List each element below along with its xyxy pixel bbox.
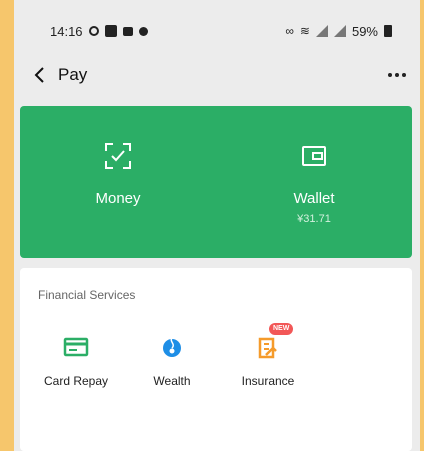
- signal-icon-2: [333, 25, 346, 37]
- wealth-label: Wealth: [153, 374, 191, 388]
- wallet-icon: [302, 146, 326, 166]
- back-icon[interactable]: [28, 64, 50, 86]
- wallet-balance: ¥31.71: [297, 213, 331, 225]
- header: Pay: [14, 58, 420, 92]
- status-right: ∞ ≋ 59%: [285, 24, 392, 39]
- wealth-button[interactable]: Wealth: [122, 330, 222, 388]
- insurance-label: Insurance: [241, 374, 295, 388]
- services-title: Financial Services: [38, 288, 136, 302]
- battery-icon: [384, 25, 392, 37]
- wifi-icon: ≋: [299, 24, 310, 38]
- status-dot-icon: [138, 26, 148, 36]
- card-repay-label: Card Repay: [43, 374, 109, 388]
- battery-percent: 59%: [351, 23, 378, 39]
- wallet-button[interactable]: Wallet ¥31.71: [216, 106, 412, 258]
- insurance-icon: NEW: [251, 323, 294, 364]
- card-icon: [59, 330, 93, 364]
- app-notification-icon: [104, 25, 117, 37]
- status-time: 14:16: [50, 23, 83, 39]
- pay-card: Money Wallet ¥31.71: [20, 106, 412, 258]
- status-bar: 14:16 ∞ ≋ 59%: [14, 0, 420, 62]
- page-title: Pay: [58, 65, 88, 84]
- more-options-icon[interactable]: [388, 67, 406, 83]
- insurance-button[interactable]: NEW Insurance: [218, 323, 318, 388]
- scan-money-icon: [105, 143, 131, 169]
- phone-screen: 14:16 ∞ ≋ 59% Pay Money Wallet ¥31.71 Fi…: [14, 0, 420, 451]
- wealth-icon: [155, 330, 189, 364]
- wallet-label: Wallet: [293, 190, 335, 207]
- services-row: Card Repay Wealth NEW Insurance: [20, 323, 412, 388]
- money-label: Money: [95, 190, 141, 207]
- alert-icon: [122, 26, 133, 36]
- financial-services-panel: Financial Services Card Repay Wealth NEW…: [20, 268, 412, 451]
- money-button[interactable]: Money: [20, 106, 216, 258]
- card-repay-button[interactable]: Card Repay: [26, 330, 126, 388]
- new-badge: NEW: [269, 323, 294, 335]
- link-icon: ∞: [285, 24, 294, 38]
- notification-icon: [88, 26, 99, 36]
- status-left: 14:16: [50, 24, 148, 39]
- signal-icon: [315, 25, 328, 37]
